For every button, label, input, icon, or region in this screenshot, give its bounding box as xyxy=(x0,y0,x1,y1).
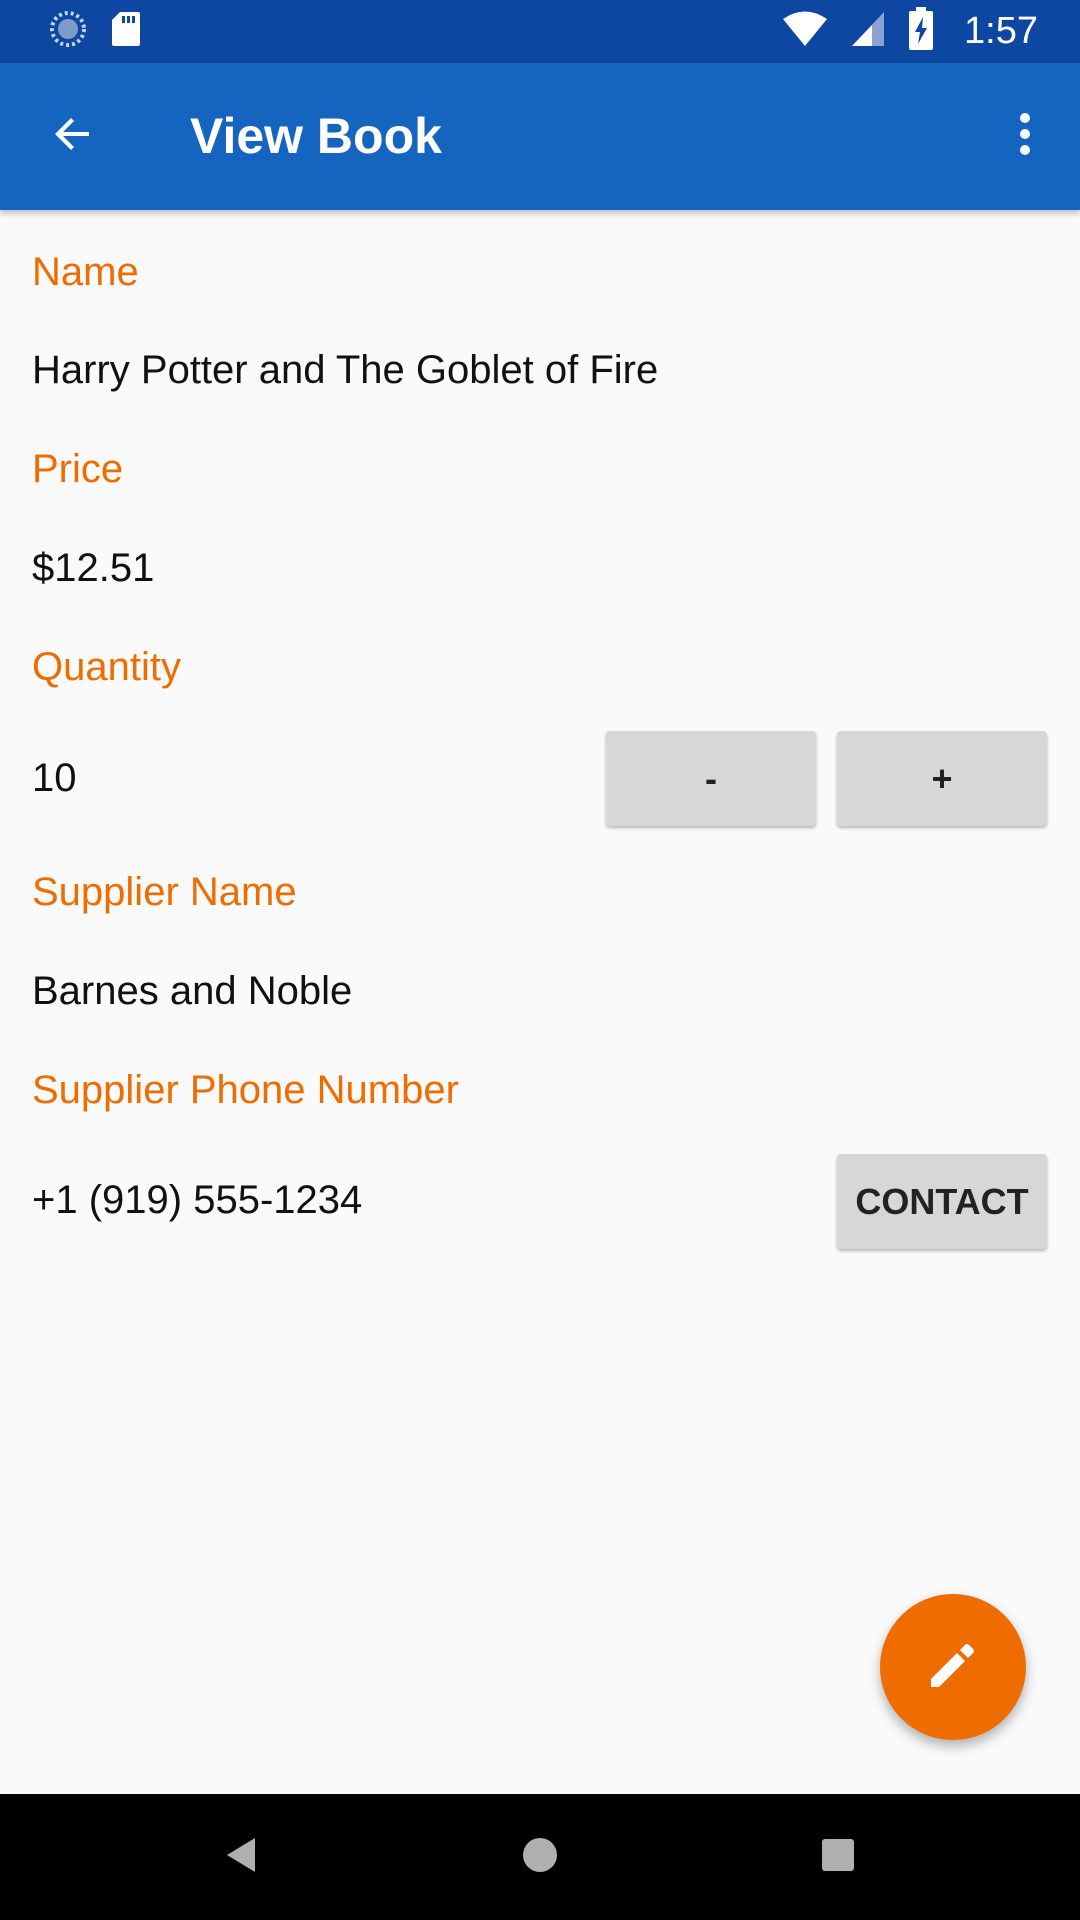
nav-back-button[interactable] xyxy=(206,1822,276,1892)
page-title: View Book xyxy=(190,108,442,164)
signal-icon xyxy=(850,10,886,53)
quantity-label: Quantity xyxy=(32,645,181,689)
app-bar: View Book xyxy=(0,63,1080,210)
sd-card-icon xyxy=(110,10,142,53)
status-right: 1:57 xyxy=(782,7,1038,56)
supplier-phone-label: Supplier Phone Number xyxy=(32,1068,459,1112)
contact-supplier-button[interactable]: CONTACT xyxy=(837,1154,1047,1249)
supplier-name-value: Barnes and Noble xyxy=(32,969,353,1013)
edit-book-fab[interactable] xyxy=(880,1594,1026,1740)
nav-recents-button[interactable] xyxy=(803,1822,873,1892)
nav-recents-icon xyxy=(820,1837,856,1878)
wifi-icon xyxy=(782,10,828,53)
name-value: Harry Potter and The Goblet of Fire xyxy=(32,348,659,392)
more-vert-icon xyxy=(1017,110,1033,163)
increment-quantity-button[interactable]: + xyxy=(837,731,1047,826)
back-button[interactable] xyxy=(40,103,106,169)
supplier-name-label: Supplier Name xyxy=(32,870,297,914)
price-value: $12.51 xyxy=(32,546,155,590)
status-left xyxy=(48,9,142,54)
price-label: Price xyxy=(32,447,124,491)
view-book-screen: 1:57 View Book Name Harry Potter and The… xyxy=(0,0,1080,1920)
system-nav-bar xyxy=(0,1794,1080,1920)
status-bar: 1:57 xyxy=(0,0,1080,63)
name-label: Name xyxy=(32,250,139,294)
battery-charging-icon xyxy=(908,7,934,56)
edit-pencil-icon xyxy=(925,1637,981,1698)
overflow-menu-button[interactable] xyxy=(992,103,1058,169)
decrement-quantity-button[interactable]: - xyxy=(606,731,816,826)
status-time: 1:57 xyxy=(964,10,1038,52)
sync-icon xyxy=(48,9,88,54)
supplier-phone-value: +1 (919) 555-1234 xyxy=(32,1178,363,1222)
arrow-back-icon xyxy=(49,110,97,163)
nav-back-icon xyxy=(221,1834,261,1881)
nav-home-button[interactable] xyxy=(505,1822,575,1892)
nav-home-icon xyxy=(520,1835,560,1880)
quantity-value: 10 xyxy=(32,756,77,800)
